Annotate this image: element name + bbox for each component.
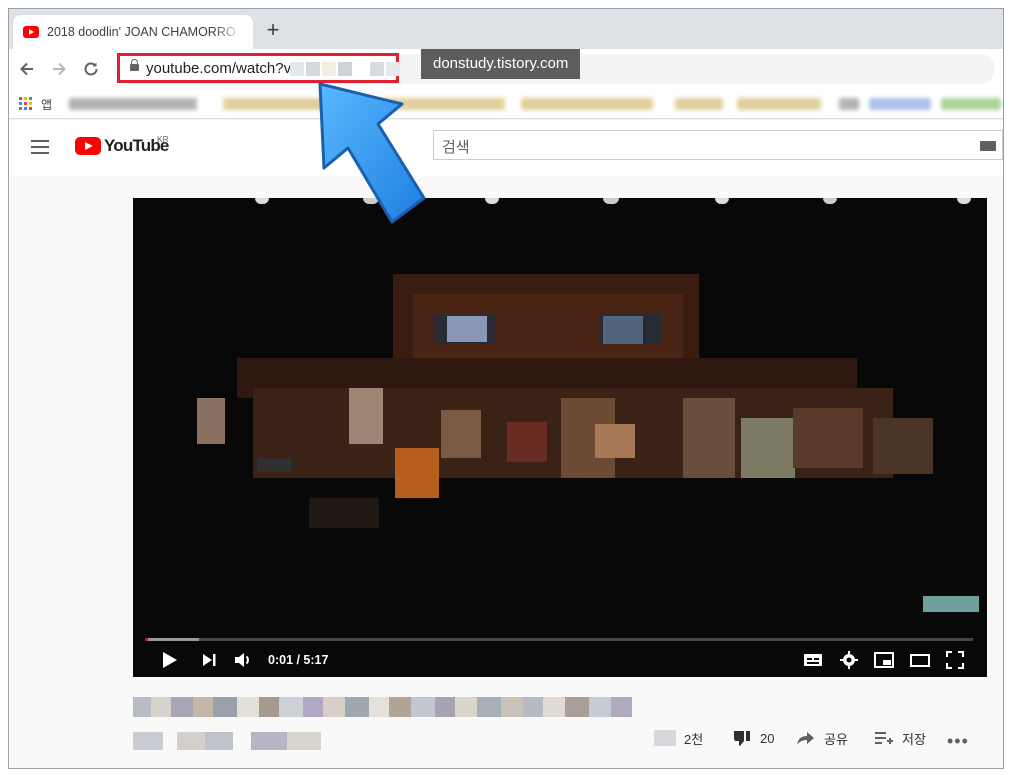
theater-mode-icon[interactable] — [909, 650, 931, 670]
watermark-badge: donstudy.tistory.com — [421, 49, 581, 79]
address-bar-highlight[interactable]: youtube.com/watch?v= — [117, 53, 400, 83]
reload-button[interactable] — [79, 57, 103, 81]
playlist-add-icon — [875, 732, 893, 744]
bookmark-item[interactable] — [869, 98, 931, 110]
video-player[interactable]: 0:01 / 5:17 — [133, 198, 987, 677]
back-button[interactable] — [15, 57, 39, 81]
share-icon — [797, 732, 814, 745]
bookmark-item[interactable] — [675, 98, 723, 110]
buffered-bar — [145, 638, 199, 641]
save-label: 저장 — [902, 731, 926, 747]
like-button[interactable]: 2천 — [654, 727, 703, 749]
apps-label: 앱 — [41, 98, 53, 112]
forward-arrow-icon — [53, 62, 66, 76]
time-display: 0:01 / 5:17 — [268, 653, 329, 667]
bookmark-item[interactable] — [941, 98, 1001, 110]
apps-grid-icon[interactable] — [19, 97, 32, 110]
miniplayer-icon[interactable] — [873, 650, 895, 670]
video-meta-redacted — [133, 732, 321, 750]
played-bar — [145, 638, 148, 641]
thumbs-up-icon — [654, 730, 676, 746]
fullscreen-icon[interactable] — [945, 650, 965, 670]
browser-tab[interactable]: 2018 doodlin' JOAN CHAMORRO — [13, 15, 253, 49]
share-button[interactable]: 공유 — [796, 727, 848, 749]
video-frame-pixelated — [133, 198, 987, 628]
forward-button[interactable] — [47, 57, 71, 81]
reload-icon — [84, 62, 98, 76]
dislike-count: 20 — [760, 730, 775, 746]
youtube-favicon-icon — [23, 26, 39, 38]
bookmark-item[interactable] — [69, 98, 197, 110]
more-actions-icon[interactable]: ••• — [947, 731, 969, 752]
like-count: 2천 — [684, 731, 704, 747]
play-icon[interactable] — [161, 650, 179, 670]
youtube-logo-icon[interactable] — [75, 137, 101, 155]
menu-icon[interactable] — [31, 140, 49, 154]
bookmark-item[interactable] — [521, 98, 653, 110]
next-icon[interactable] — [201, 650, 219, 670]
annotation-arrow-icon — [318, 82, 426, 224]
video-title-redacted — [133, 697, 664, 717]
bookmarks-bar: 앱 — [9, 89, 1003, 119]
bookmark-item[interactable] — [737, 98, 821, 110]
save-button[interactable]: 저장 — [874, 727, 926, 749]
address-url: youtube.com/watch?v= — [146, 60, 300, 77]
lock-icon — [130, 59, 139, 71]
search-placeholder: 검색 — [442, 139, 470, 156]
search-input[interactable]: 검색 — [433, 130, 1003, 160]
share-label: 공유 — [824, 731, 848, 747]
tab-strip: 2018 doodlin' JOAN CHAMORRO + — [9, 9, 1003, 49]
dislike-button[interactable]: 20 — [732, 727, 774, 749]
keyboard-icon[interactable] — [980, 141, 996, 151]
url-redacted — [290, 62, 400, 76]
new-tab-button[interactable]: + — [261, 19, 285, 43]
tab-title: 2018 doodlin' JOAN CHAMORRO — [47, 25, 236, 39]
youtube-header: YouTube KR 검색 — [9, 120, 1003, 176]
thumbs-down-icon — [734, 731, 750, 746]
bookmark-item[interactable] — [839, 98, 859, 110]
browser-toolbar: youtube.com/watch?v= donstudy.tistory.co… — [9, 49, 1003, 89]
volume-icon[interactable] — [233, 650, 253, 670]
back-arrow-icon — [20, 62, 33, 76]
region-label: KR — [157, 134, 169, 144]
progress-bar[interactable] — [145, 638, 973, 641]
settings-gear-icon[interactable] — [839, 650, 859, 670]
subtitles-icon[interactable] — [803, 650, 823, 670]
